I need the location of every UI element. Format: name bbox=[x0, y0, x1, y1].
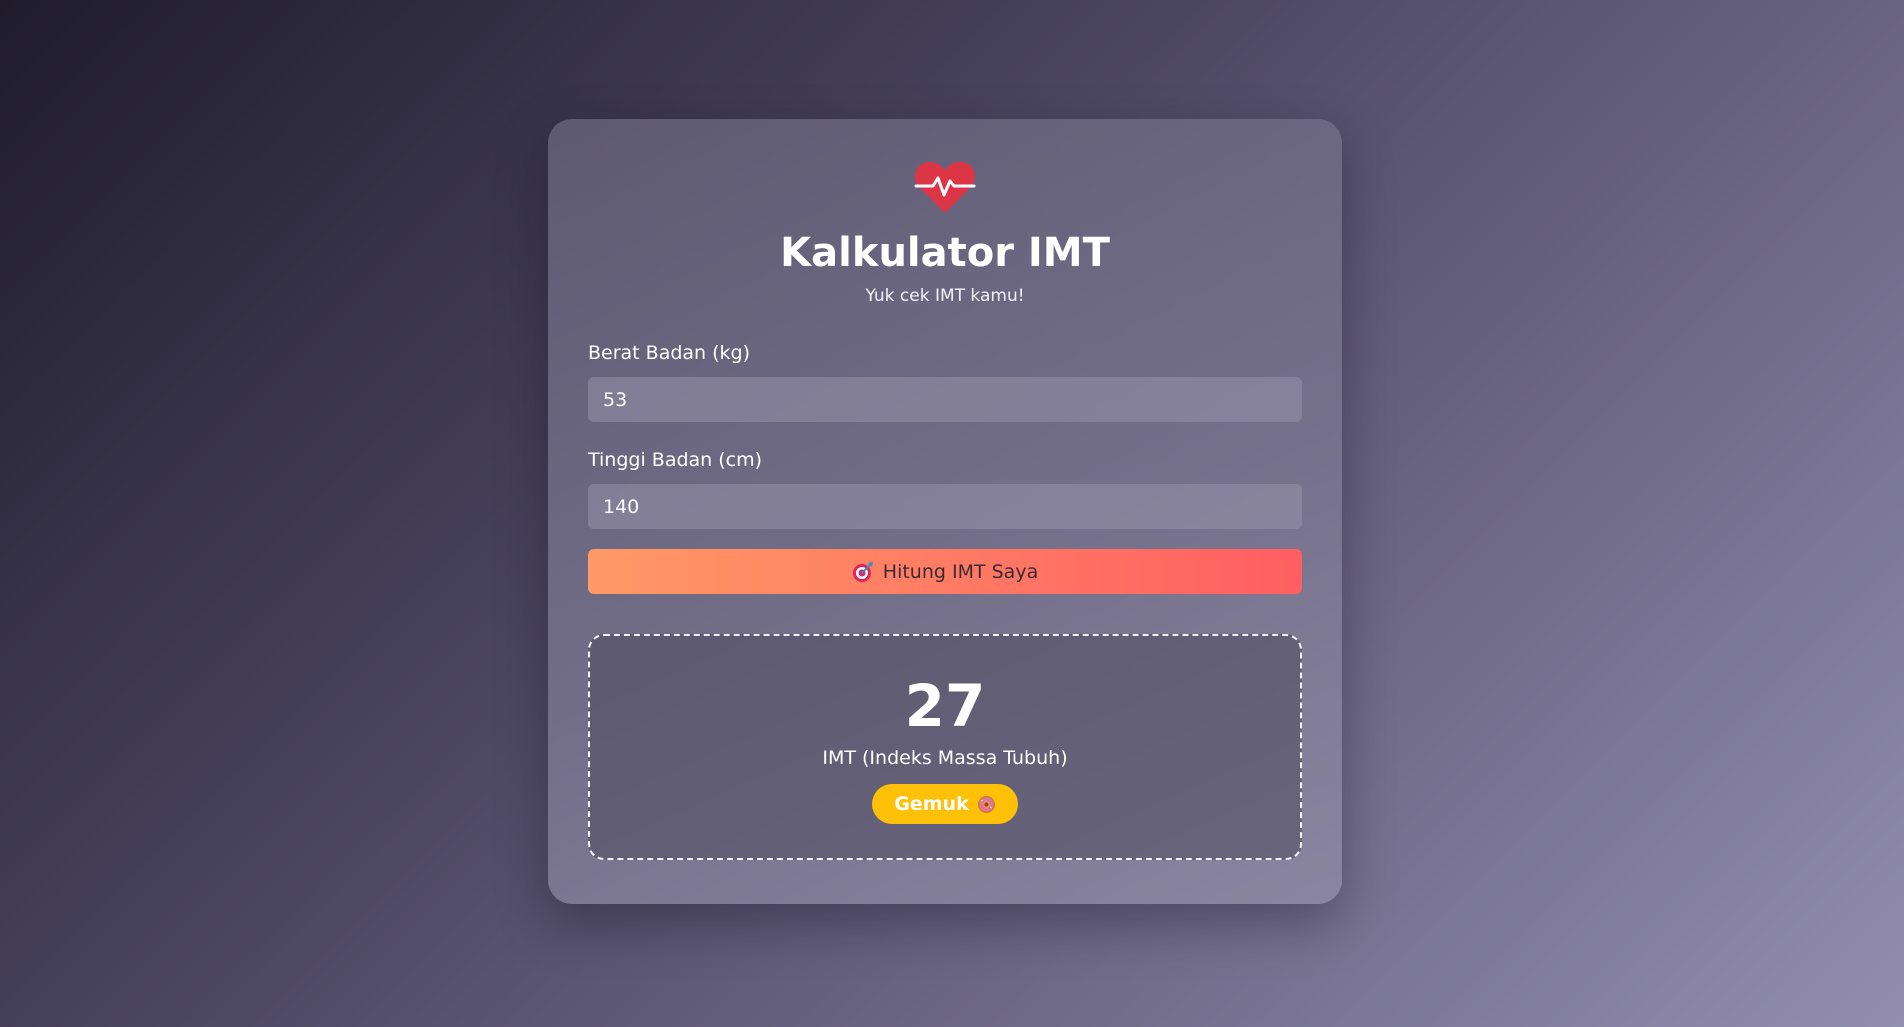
calculator-card: Kalkulator IMT Yuk cek IMT kamu! Berat B… bbox=[548, 119, 1342, 904]
donut-icon bbox=[977, 795, 995, 813]
bmi-label: IMT (Indeks Massa Tubuh) bbox=[822, 747, 1068, 769]
heart-pulse-icon bbox=[914, 161, 976, 213]
weight-label: Berat Badan (kg) bbox=[588, 342, 751, 364]
height-input[interactable] bbox=[588, 484, 1302, 529]
weight-field-group: Berat Badan (kg) bbox=[588, 341, 1302, 422]
bmi-category-badge: Gemuk bbox=[872, 784, 1018, 824]
bmi-value: 27 bbox=[904, 672, 986, 740]
weight-input[interactable] bbox=[588, 377, 1302, 422]
card-header: Kalkulator IMT Yuk cek IMT kamu! bbox=[588, 159, 1302, 307]
calculate-button-label: Hitung IMT Saya bbox=[882, 560, 1039, 583]
bmi-category-label: Gemuk bbox=[894, 793, 969, 815]
target-icon bbox=[852, 561, 873, 582]
height-field-group: Tinggi Badan (cm) bbox=[588, 448, 1302, 529]
page-subtitle: Yuk cek IMT kamu! bbox=[865, 286, 1025, 306]
result-panel: 27 IMT (Indeks Massa Tubuh) Gemuk bbox=[588, 634, 1302, 860]
page-title: Kalkulator IMT bbox=[780, 230, 1110, 276]
calculate-button[interactable]: Hitung IMT Saya bbox=[588, 549, 1302, 594]
height-label: Tinggi Badan (cm) bbox=[588, 449, 763, 471]
